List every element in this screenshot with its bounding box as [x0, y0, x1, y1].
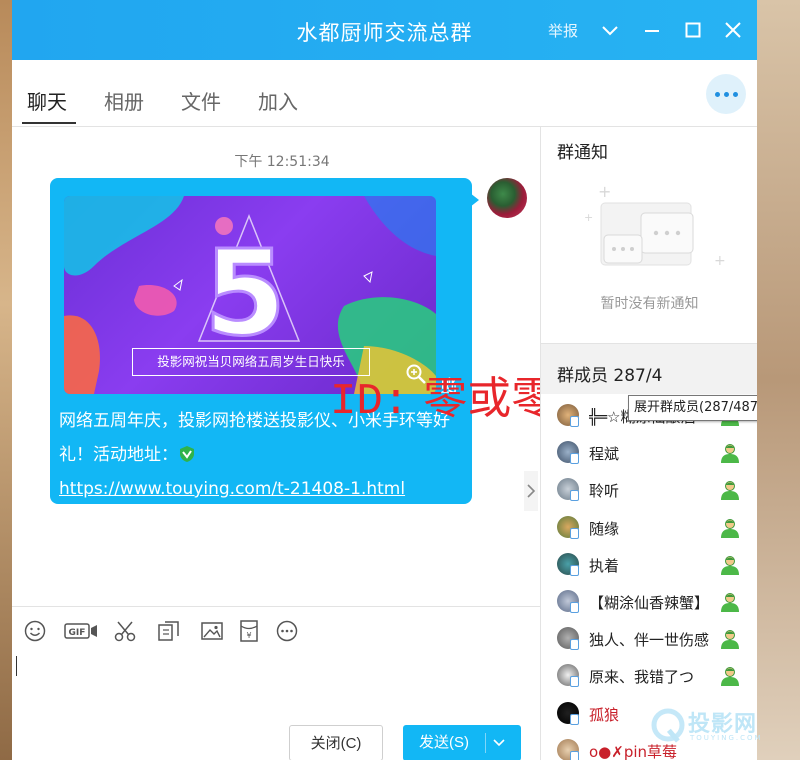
members-header[interactable]: 群成员 287/4	[541, 343, 757, 394]
minimize-icon[interactable]	[642, 20, 662, 40]
banner-image[interactable]: 5 投影网祝当贝网络五周岁生日快乐	[64, 196, 436, 394]
red-packet-icon[interactable]: ¥	[238, 619, 260, 643]
svg-text:+: +	[584, 211, 593, 224]
chat-window: 水都厨师交流总群 举报 聊天 相册 文件 加入 下午 12:51:34 5 投影…	[12, 0, 757, 760]
site-watermark-subtext: TOUYING.COM	[690, 734, 763, 742]
banner-digit: 5	[204, 224, 286, 362]
title-bar[interactable]: 水都厨师交流总群 举报	[12, 0, 757, 60]
screenshot-icon[interactable]	[156, 619, 182, 643]
member-role-icon	[721, 630, 739, 650]
send-button-label: 发送(S)	[419, 734, 469, 751]
chat-message-area[interactable]: 下午 12:51:34 5 投影网祝当贝网络五周岁生日快乐 当 贝网络五周年庆，…	[12, 127, 555, 605]
more-tools-icon[interactable]	[275, 619, 299, 643]
tab-album[interactable]: 相册	[104, 86, 144, 115]
verified-shield-icon	[180, 446, 194, 462]
close-icon[interactable]	[723, 20, 743, 40]
member-name: 执着	[589, 556, 620, 575]
send-options-chevron-icon[interactable]	[493, 737, 505, 749]
group-notice-title: 群通知	[557, 143, 608, 163]
message-timestamp: 下午 12:51:34	[234, 154, 330, 170]
expand-members-tooltip: 展开群成员(287/487)	[628, 395, 757, 421]
member-name: 随缘	[589, 519, 620, 538]
mobile-online-icon	[570, 490, 579, 502]
member-name: 【糊涂仙香辣蟹】	[589, 594, 709, 612]
member-name: 程斌	[589, 445, 620, 464]
member-row[interactable]: 原来、我错了つ	[541, 658, 757, 695]
mobile-online-icon	[570, 713, 579, 725]
mobile-online-icon	[570, 676, 579, 688]
mobile-online-icon	[570, 453, 579, 465]
member-row[interactable]: 随缘	[541, 510, 757, 547]
mobile-online-icon	[570, 564, 579, 576]
message-input[interactable]: 关闭(C) 发送(S)	[12, 650, 540, 760]
active-tab-indicator	[22, 122, 76, 124]
member-row[interactable]: 程斌	[541, 435, 757, 472]
composer-toolbar: GIF ¥	[12, 606, 540, 651]
close-button[interactable]: 关闭(C)	[289, 725, 383, 760]
collapse-sidebar-icon[interactable]	[524, 471, 538, 511]
watermark-id-label: ID:	[330, 377, 410, 427]
empty-notice-illustration: + + +	[584, 183, 726, 269]
gif-icon-label: GIF	[69, 628, 86, 638]
image-icon[interactable]	[200, 619, 224, 643]
member-role-icon	[721, 667, 739, 687]
svg-text:+: +	[598, 183, 611, 201]
svg-text:+: +	[714, 253, 726, 269]
message-link[interactable]: https://www.touying.com/t-21408-1.html	[59, 479, 405, 499]
member-name: 独人、伴一世伤感	[589, 631, 709, 650]
member-role-icon	[721, 518, 739, 538]
mobile-online-icon	[570, 750, 579, 760]
group-sidebar: 群通知 + + + 暂时没有新通知 群成员 287/4 ╬═☆糊涂仙酿酒程斌聆听…	[540, 127, 757, 760]
red-packet-glyph: ¥	[246, 631, 251, 640]
send-button[interactable]: 发送(S)	[403, 725, 521, 760]
watermark-name: 零或零	[423, 373, 556, 424]
no-notice-text: 暂时没有新通知	[600, 296, 699, 312]
members-count-title: 群成员 287/4	[557, 366, 663, 386]
member-role-icon	[721, 444, 739, 464]
emoji-icon[interactable]	[23, 619, 47, 643]
member-row[interactable]: 【糊涂仙香辣蟹】	[541, 584, 757, 621]
member-row[interactable]: 聆听	[541, 472, 757, 509]
avatar[interactable]	[487, 178, 527, 218]
watermark-text: ID: 零或零	[330, 373, 556, 428]
member-role-icon	[721, 481, 739, 501]
member-name: 聆听	[589, 482, 620, 501]
desktop-background-right	[757, 0, 800, 760]
tab-files[interactable]: 文件	[181, 86, 221, 115]
report-button[interactable]: 举报	[548, 20, 578, 41]
more-options-button[interactable]	[706, 74, 746, 114]
mobile-online-icon	[570, 527, 579, 539]
text-caret	[16, 656, 17, 676]
member-role-icon	[721, 555, 739, 575]
scissors-icon[interactable]	[113, 619, 137, 643]
member-role-icon	[721, 593, 739, 612]
member-row[interactable]: 独人、伴一世伤感	[541, 621, 757, 658]
maximize-icon[interactable]	[683, 20, 703, 40]
tab-join[interactable]: 加入	[258, 86, 298, 115]
member-name: 原来、我错了つ	[589, 668, 695, 687]
chevron-down-icon[interactable]	[600, 20, 620, 40]
message-bubble[interactable]: 5 投影网祝当贝网络五周岁生日快乐 当贝网络五周年庆，投影网抢楼送投影仪、小米手…	[50, 178, 472, 504]
mobile-online-icon	[570, 416, 579, 427]
tab-chat[interactable]: 聊天	[27, 86, 67, 115]
tab-bar: 聊天 相册 文件 加入	[12, 60, 757, 127]
desktop-background-left	[0, 0, 12, 760]
send-button-divider	[485, 733, 486, 753]
member-row[interactable]: 执着	[541, 547, 757, 584]
gif-icon[interactable]: GIF	[64, 619, 98, 643]
mobile-online-icon	[570, 639, 579, 651]
mobile-online-icon	[570, 602, 579, 613]
